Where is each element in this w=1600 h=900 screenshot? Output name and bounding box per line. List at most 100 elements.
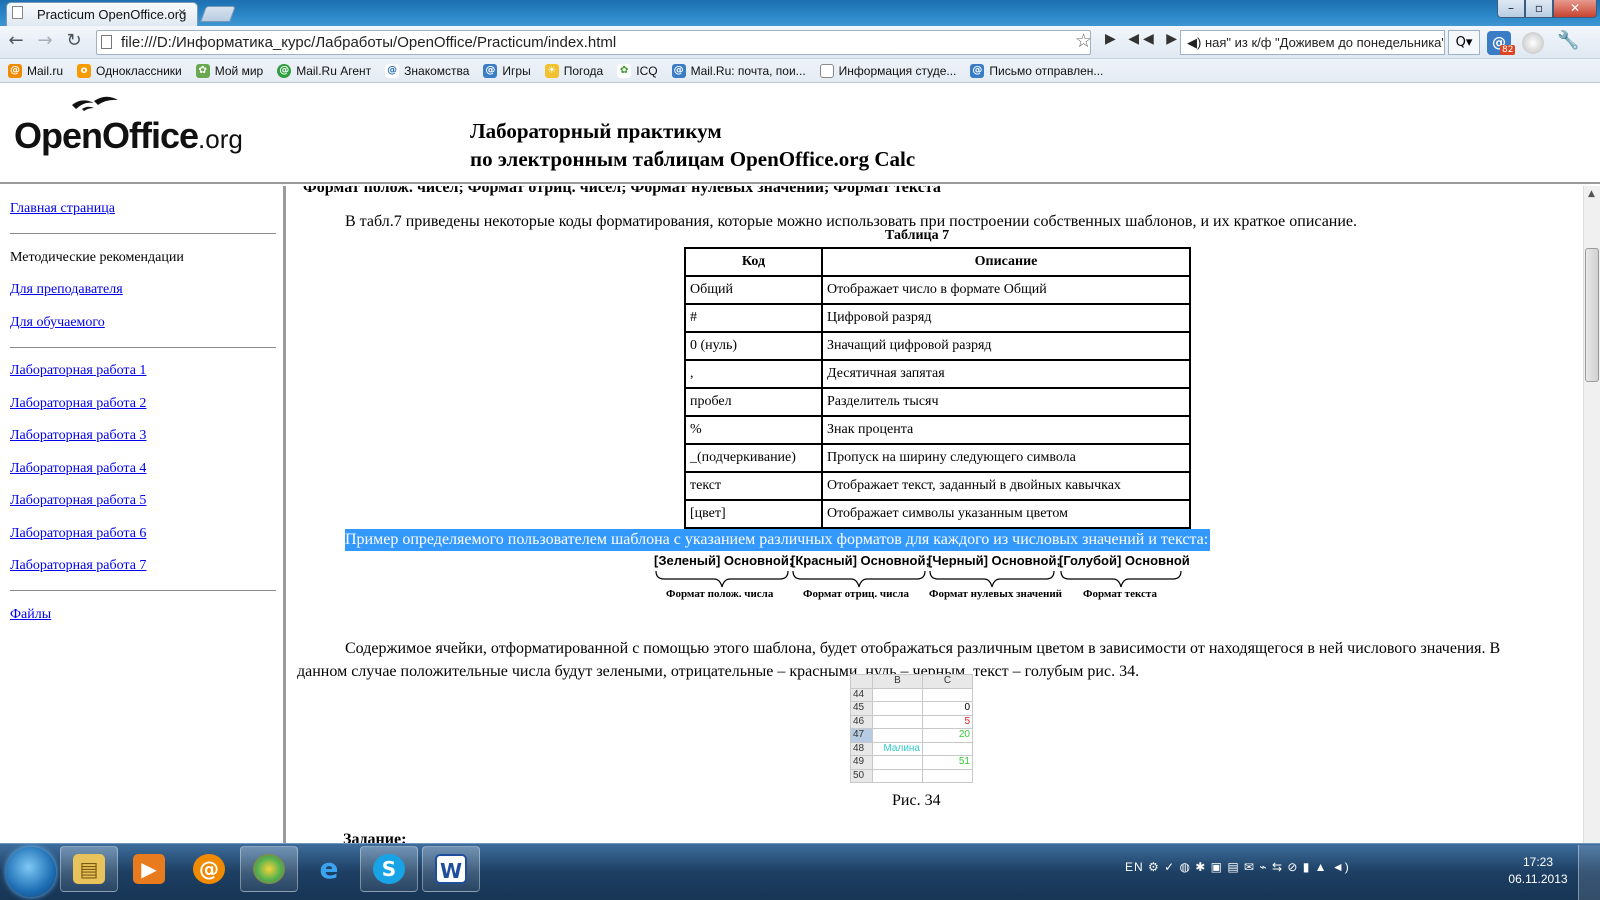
table-cell: Разделитель тысяч bbox=[821, 387, 1191, 417]
table-cell: Отображает текст, заданный в двойных кав… bbox=[821, 471, 1191, 501]
show-desktop-button[interactable] bbox=[1578, 845, 1600, 900]
sidebar-link-teacher[interactable]: Для преподавателя bbox=[10, 282, 123, 298]
address-bar[interactable]: file:///D:/Информатика_курс/Лабработы/Op… bbox=[96, 30, 1091, 55]
agent-icon: @ bbox=[277, 63, 292, 78]
sidebar-link-lab-4[interactable]: Лабораторная работа 4 bbox=[10, 461, 146, 477]
bookmark-item[interactable]: @ Знакомства bbox=[385, 63, 469, 78]
tab-close-icon[interactable]: × bbox=[178, 4, 186, 20]
maximize-button[interactable]: ▫ bbox=[1525, 0, 1553, 18]
sidebar-link-home[interactable]: Главная страница bbox=[10, 201, 115, 217]
extension-icon[interactable] bbox=[1522, 32, 1544, 54]
skype-icon: S bbox=[373, 854, 405, 884]
table-header-row: Код Описание bbox=[684, 247, 1191, 277]
sheet-column-header: C bbox=[922, 674, 973, 689]
figure-caption: Рис. 34 bbox=[892, 792, 941, 809]
internet-explorer-icon: e bbox=[319, 852, 339, 885]
table-cell: [цвет] bbox=[684, 499, 823, 529]
sheet-header-row: BC bbox=[850, 674, 973, 689]
brace-lines bbox=[655, 570, 1182, 588]
bookmark-item[interactable]: @ Mail.Ru: почта, пои... bbox=[671, 63, 806, 78]
table-cell: 0 (нуль) bbox=[684, 331, 823, 361]
table-caption: Таблица 7 bbox=[885, 228, 950, 243]
bookmark-item[interactable]: @ Игры bbox=[483, 63, 531, 78]
table-row: пробел Разделитель тысяч bbox=[684, 387, 1191, 417]
taskbar-word[interactable]: W bbox=[422, 846, 480, 892]
sheet-row: 49 51 bbox=[850, 755, 973, 770]
sidebar-link-lab-7[interactable]: Лабораторная работа 7 bbox=[10, 558, 146, 574]
taskbar-media-player[interactable]: ▶ bbox=[120, 846, 178, 892]
table-row: # Цифровой разряд bbox=[684, 303, 1191, 333]
start-button[interactable] bbox=[6, 847, 56, 897]
bookmark-item[interactable]: @ Письмо отправлен... bbox=[970, 63, 1103, 78]
table-cell: # bbox=[684, 303, 823, 333]
sheet-row: 48 Малина bbox=[850, 741, 973, 756]
page-title: Лабораторный практикум по электронным та… bbox=[470, 119, 916, 171]
sidebar-link-lab-5[interactable]: Лабораторная работа 5 bbox=[10, 493, 146, 509]
sidebar-link-files[interactable]: Файлы bbox=[10, 607, 51, 623]
spreadsheet-figure: BC 44 45 0 46 5 47 20 48 Малина 49 51 50 bbox=[850, 674, 988, 784]
table-cell: , bbox=[684, 359, 823, 389]
sidebar-link-lab-2[interactable]: Лабораторная работа 2 bbox=[10, 396, 146, 412]
spreadsheet-table: BC 44 45 0 46 5 47 20 48 Малина 49 51 50 bbox=[850, 674, 973, 783]
intro-paragraph: В табл.7 приведены некоторые коды формат… bbox=[345, 213, 1358, 230]
bookmark-item[interactable]: @ Mail.ru bbox=[8, 63, 63, 78]
table-cell: Значащий цифровой разряд bbox=[821, 331, 1191, 361]
scroll-up-icon[interactable]: ▲ bbox=[1583, 186, 1600, 203]
search-dropdown-button[interactable]: Q▾ bbox=[1448, 30, 1480, 55]
mail-agent-icon: @ bbox=[193, 854, 225, 884]
mail-icon: @ bbox=[970, 63, 985, 78]
bookmark-item[interactable]: ✿ Мой мир bbox=[195, 63, 263, 78]
bookmark-item[interactable]: Информация студе... bbox=[819, 63, 956, 78]
bookmark-item[interactable]: @ Mail.Ru Агент bbox=[277, 63, 371, 78]
language-indicator[interactable]: EN bbox=[1125, 860, 1144, 874]
bookmark-item[interactable]: ✿ ICQ bbox=[617, 63, 658, 78]
taskbar-mail-agent[interactable]: @ bbox=[180, 846, 238, 892]
new-tab-button[interactable] bbox=[200, 6, 236, 22]
bookmark-item[interactable]: ☀ Погода bbox=[544, 63, 603, 78]
back-icon[interactable]: ← bbox=[4, 30, 28, 52]
bookmark-star-icon[interactable]: ☆ bbox=[1075, 30, 1092, 52]
browser-tab[interactable]: Practicum OpenOffice.org bbox=[6, 2, 198, 26]
table-cell: Знак процента bbox=[821, 415, 1191, 445]
games-icon: @ bbox=[483, 63, 498, 78]
taskbar-skype[interactable]: S bbox=[360, 846, 418, 892]
icq-icon: ✿ bbox=[617, 63, 632, 78]
odnoklassniki-icon: о bbox=[77, 63, 92, 78]
sheet-row: 50 bbox=[850, 768, 973, 783]
minimize-button[interactable]: – bbox=[1497, 0, 1525, 18]
folder-icon: ▤ bbox=[73, 854, 105, 884]
format-codes-table: Код Описание Общий Отображает число в фор… bbox=[684, 247, 1191, 529]
sidebar-link-lab-1[interactable]: Лабораторная работа 1 bbox=[10, 363, 146, 379]
taskbar-explorer[interactable]: ▤ bbox=[60, 846, 118, 892]
taskbar-ie[interactable]: e bbox=[300, 846, 358, 892]
weather-icon: ☀ bbox=[544, 63, 559, 78]
table-cell: Отображает символы указанным цветом bbox=[821, 499, 1191, 529]
logo-suffix: .org bbox=[198, 124, 243, 154]
system-tray[interactable]: EN ⚙ ✓ ◍ ✱ ▣ ▤ ✉ ⌁ ⇆ ⊘ ▮ ▲ ◄) bbox=[1125, 860, 1350, 874]
close-window-button[interactable]: ✕ bbox=[1553, 0, 1597, 18]
now-playing-field[interactable]: ◀) ная" из к/ф "Доживем до понедельника"… bbox=[1180, 30, 1445, 55]
page-icon bbox=[819, 63, 834, 78]
wrench-menu-icon[interactable]: 🔧 bbox=[1557, 30, 1579, 51]
selected-text[interactable]: Пример определяемого пользователем шабло… bbox=[345, 529, 1211, 551]
clock[interactable]: 17:23 06.11.2013 bbox=[1508, 854, 1568, 888]
divider bbox=[10, 590, 276, 591]
column-header: Код bbox=[684, 247, 823, 277]
scrollbar-thumb[interactable] bbox=[1585, 248, 1599, 382]
sidebar-link-lab-3[interactable]: Лабораторная работа 3 bbox=[10, 428, 146, 444]
reload-icon[interactable]: ↻ bbox=[62, 30, 86, 52]
table-cell: Отображает число в формате Общий bbox=[821, 275, 1191, 305]
table-row: % Знак процента bbox=[684, 415, 1191, 445]
bookmark-item[interactable]: о Одноклассники bbox=[77, 63, 182, 78]
table-cell: _(подчеркивание) bbox=[684, 443, 823, 473]
sheet-row: 44 bbox=[850, 687, 973, 702]
format-segment: [Голубой] Основной bbox=[1059, 553, 1190, 568]
forward-icon[interactable]: → bbox=[33, 30, 57, 52]
sidebar-link-student[interactable]: Для обучаемого bbox=[10, 315, 105, 331]
partially-scrolled-text: Формат полож. чисел; Формат отриц. чисел… bbox=[303, 186, 941, 196]
sheet-column-header: B bbox=[872, 674, 923, 689]
sidebar-link-lab-6[interactable]: Лабораторная работа 6 bbox=[10, 526, 146, 542]
page-icon bbox=[101, 35, 112, 49]
taskbar-chrome[interactable] bbox=[240, 846, 298, 892]
dating-icon: @ bbox=[385, 63, 400, 78]
